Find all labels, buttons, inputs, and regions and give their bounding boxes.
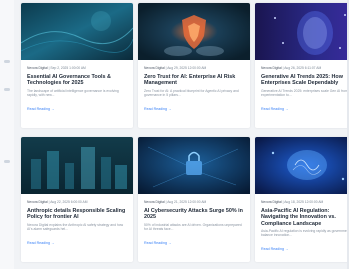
read-more-link[interactable]: Read Reading → bbox=[261, 107, 289, 111]
sidebar-marker bbox=[4, 60, 10, 63]
article-title[interactable]: Zero Trust for AI: Enterprise AI Risk Ma… bbox=[144, 74, 245, 87]
read-more-link[interactable]: Read Reading → bbox=[261, 247, 289, 251]
article-title[interactable]: Asia-Pacific AI Regulation: Navigating t… bbox=[261, 208, 349, 227]
cyber-lock-network-icon[interactable] bbox=[138, 137, 250, 194]
article-title[interactable]: AI Cybersecurity Attacks Surge 50% in 20… bbox=[144, 208, 245, 221]
sidebar-marker bbox=[4, 160, 10, 163]
article-title[interactable]: Generative AI Trends 2025: How Enterpris… bbox=[261, 74, 349, 87]
author-name: Nexora Digital bbox=[261, 200, 282, 204]
article-meta: Nexora Digital | Aug 22, 2025 6:00:00 AM bbox=[27, 200, 88, 204]
publish-date: Aug 22, 2025 6:00:00 AM bbox=[50, 200, 88, 204]
article-title[interactable]: Essential AI Governance Tools & Technolo… bbox=[27, 74, 128, 87]
author-name: Nexora Digital bbox=[144, 200, 165, 204]
author-name: Nexora Digital bbox=[261, 66, 282, 70]
article-meta: Nexora Digital | Aug 21, 2025 12:00:00 A… bbox=[144, 200, 207, 204]
author-name: Nexora Digital bbox=[27, 200, 48, 204]
read-more-link[interactable]: Read Reading → bbox=[27, 107, 55, 111]
article-card[interactable]: Nexora Digital | Aug 26, 2025 6:11:07 AM… bbox=[255, 3, 349, 128]
article-meta: Nexora Digital | Aug 29, 2025 12:00:00 A… bbox=[144, 66, 207, 70]
article-meta: Nexora Digital | Sep 2, 2025 1:00:00 AM bbox=[27, 66, 86, 70]
abstract-blue-data-icon[interactable] bbox=[21, 3, 133, 60]
article-excerpt: Asia-Pacific AI regulation is evolving r… bbox=[261, 228, 349, 238]
read-more-link[interactable]: Read Reading → bbox=[27, 241, 55, 245]
author-name: Nexora Digital bbox=[27, 66, 48, 70]
article-card[interactable]: Nexora Digital | Aug 18, 2025 12:00:00 A… bbox=[255, 137, 349, 262]
article-excerpt: 50% of industrial attacks are AI driven.… bbox=[144, 222, 242, 231]
publish-date: Aug 21, 2025 12:00:00 AM bbox=[167, 200, 207, 204]
sidebar-marker bbox=[4, 88, 10, 91]
article-title[interactable]: Anthropic details Responsible Scaling Po… bbox=[27, 208, 128, 221]
publish-date: Aug 18, 2025 12:00:00 AM bbox=[284, 200, 324, 204]
publish-date: Aug 26, 2025 6:11:07 AM bbox=[284, 66, 322, 70]
glowing-ai-brain-icon[interactable] bbox=[255, 137, 349, 194]
read-more-link[interactable]: Read Reading → bbox=[144, 241, 172, 245]
digital-human-head-icon[interactable] bbox=[255, 3, 349, 60]
article-excerpt: Zero Trust for AI: A practical blueprint… bbox=[144, 88, 239, 97]
article-excerpt: Generative AI Trends 2025: enterprises s… bbox=[261, 88, 348, 97]
publish-date: Sep 2, 2025 1:00:00 AM bbox=[50, 66, 86, 70]
article-excerpt: Nexora Digital explains the Anthropic AI… bbox=[27, 222, 124, 231]
author-name: Nexora Digital bbox=[144, 66, 165, 70]
circuit-board-city-icon[interactable] bbox=[21, 137, 133, 194]
article-card[interactable]: Nexora Digital | Aug 29, 2025 12:00:00 A… bbox=[138, 3, 250, 128]
article-meta: Nexora Digital | Aug 18, 2025 12:00:00 A… bbox=[261, 200, 324, 204]
glowing-shield-hands-icon[interactable] bbox=[138, 3, 250, 60]
read-more-link[interactable]: Read Reading → bbox=[144, 107, 172, 111]
publish-date: Aug 29, 2025 12:00:00 AM bbox=[167, 66, 207, 70]
article-card[interactable]: Nexora Digital | Aug 22, 2025 6:00:00 AM… bbox=[21, 137, 133, 262]
left-sidebar-strip bbox=[0, 0, 14, 269]
article-card[interactable]: Nexora Digital | Sep 2, 2025 1:00:00 AM … bbox=[21, 3, 133, 128]
article-card[interactable]: Nexora Digital | Aug 21, 2025 12:00:00 A… bbox=[138, 137, 250, 262]
article-excerpt: The landscape of artificial intelligence… bbox=[27, 88, 119, 97]
article-meta: Nexora Digital | Aug 26, 2025 6:11:07 AM bbox=[261, 66, 322, 70]
article-grid: Nexora Digital | Sep 2, 2025 1:00:00 AM … bbox=[21, 3, 349, 262]
